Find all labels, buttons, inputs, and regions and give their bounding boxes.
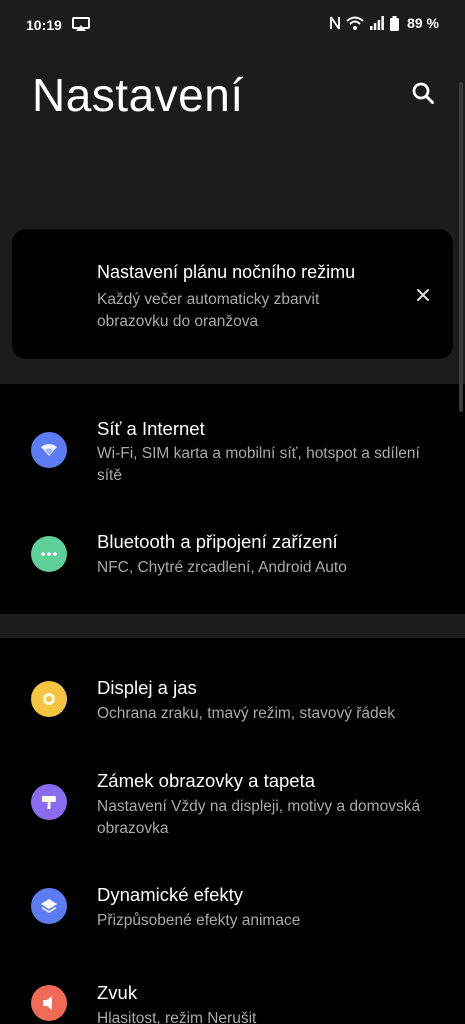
battery-level: 89 % <box>407 15 439 31</box>
scrollbar[interactable] <box>459 82 463 412</box>
search-button[interactable] <box>408 78 438 108</box>
battery-icon <box>390 15 400 31</box>
item-title: Bluetooth a připojení zařízení <box>97 531 338 552</box>
settings-item-display[interactable]: Displej a jas Ochrana zraku, tmavý režim… <box>0 670 465 740</box>
close-icon <box>417 289 429 301</box>
settings-item-sound[interactable]: Zvuk Hlasitost, režim Nerušit <box>0 975 465 1024</box>
item-subtitle: Wi-Fi, SIM karta a mobilní síť, hotspot … <box>97 445 420 484</box>
dismiss-card-button[interactable] <box>412 284 434 306</box>
night-card-title: Nastavení plánu nočního režimu <box>97 262 356 282</box>
item-subtitle: Hlasitost, režim Nerušit <box>97 1010 257 1024</box>
item-title: Zvuk <box>97 982 138 1003</box>
item-subtitle: Přizpůsobené efekty animace <box>97 912 301 929</box>
connection-dots-icon <box>31 536 67 572</box>
settings-item-dynamic-effects[interactable]: Dynamické efekty Přizpůsobené efekty ani… <box>0 876 465 946</box>
brightness-icon <box>31 681 67 717</box>
item-title: Síť a Internet <box>97 418 205 439</box>
status-time: 10:19 <box>26 17 62 33</box>
item-subtitle: Nastavení Vždy na displeji, motivy a dom… <box>97 798 421 837</box>
wifi-icon <box>346 16 364 30</box>
item-subtitle: Ochrana zraku, tmavý režim, stavový řáde… <box>97 705 396 722</box>
paint-roller-icon <box>31 784 67 820</box>
nfc-icon <box>330 16 340 30</box>
layers-icon <box>31 888 67 924</box>
night-card-subtitle: Každý večer automaticky zbarvit obrazovk… <box>97 291 320 330</box>
item-title: Displej a jas <box>97 677 197 698</box>
moon-icon <box>44 287 52 303</box>
item-title: Zámek obrazovky a tapeta <box>97 770 315 791</box>
settings-screen: 10:19 89 % Nastavení Nastavení plánu noč… <box>0 0 465 1024</box>
section-separator <box>0 614 465 638</box>
speaker-icon <box>31 985 67 1021</box>
status-bar: 10:19 89 % <box>0 0 465 50</box>
signal-icon <box>370 16 384 30</box>
night-mode-suggestion-card[interactable]: Nastavení plánu nočního režimu Každý več… <box>12 229 453 359</box>
settings-item-network[interactable]: Síť a Internet Wi-Fi, SIM karta a mobiln… <box>0 410 465 500</box>
item-subtitle: NFC, Chytré zrcadlení, Android Auto <box>97 559 347 576</box>
settings-item-bluetooth[interactable]: Bluetooth a připojení zařízení NFC, Chyt… <box>0 525 465 595</box>
settings-item-lock-screen[interactable]: Zámek obrazovky a tapeta Nastavení Vždy … <box>0 762 465 852</box>
search-icon <box>412 82 434 104</box>
page-title: Nastavení <box>32 69 244 121</box>
screen-cast-icon <box>72 17 90 31</box>
wifi-icon <box>31 432 67 468</box>
status-icons: 89 % <box>330 15 439 31</box>
item-title: Dynamické efekty <box>97 884 243 905</box>
